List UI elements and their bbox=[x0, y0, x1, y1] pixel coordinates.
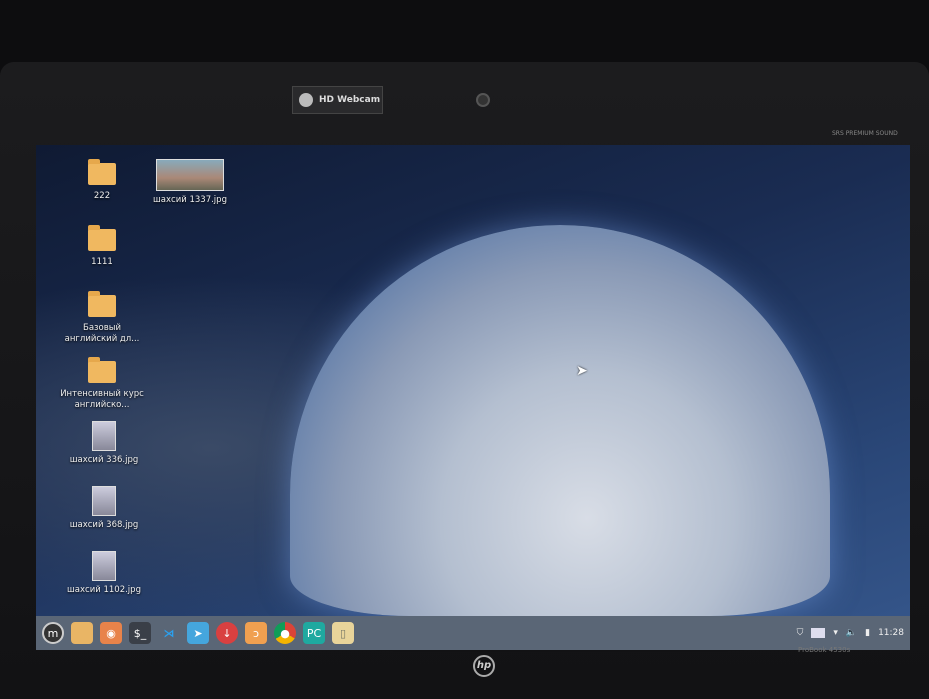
telegram-icon[interactable]: ➤ bbox=[187, 622, 209, 644]
flag-icon[interactable] bbox=[811, 628, 826, 638]
image-thumbnail bbox=[156, 159, 224, 191]
hp-logo: hp bbox=[473, 655, 495, 677]
folder-icon bbox=[88, 357, 116, 383]
desktop-folder-intensive-english[interactable]: Интенсивный курс английско... bbox=[60, 357, 144, 411]
blender-icon[interactable]: ↄ bbox=[245, 622, 267, 644]
icon-label: Интенсивный курс английско... bbox=[60, 389, 144, 410]
chrome-icon[interactable]: ● bbox=[274, 622, 296, 644]
image-thumbnail bbox=[92, 551, 116, 581]
desktop-folder-222[interactable]: 222 bbox=[60, 159, 144, 202]
download-icon[interactable]: ↓ bbox=[216, 622, 238, 644]
webcam-text: HD Webcam bbox=[319, 95, 381, 105]
firefox-icon[interactable]: ◉ bbox=[100, 622, 122, 644]
mouse-cursor-icon: ➤ bbox=[576, 363, 588, 379]
camera-lens bbox=[476, 93, 490, 107]
icon-label: шахсий 368.jpg bbox=[69, 520, 139, 530]
icon-label: шахсий 1102.jpg bbox=[67, 585, 141, 595]
icon-label: 222 bbox=[93, 191, 111, 201]
desktop-image-336[interactable]: шахсий 336.jpg bbox=[62, 421, 146, 466]
desktop-image-1102[interactable]: шахсий 1102.jpg bbox=[62, 551, 146, 596]
shield-icon[interactable]: ⛉ bbox=[797, 628, 804, 638]
folder-icon bbox=[88, 225, 116, 251]
wifi-icon[interactable]: ▾ bbox=[833, 628, 838, 638]
battery-icon[interactable]: ▮ bbox=[865, 628, 870, 638]
webcam-icon bbox=[299, 93, 313, 107]
system-tray: ⛉ ▾ 🔈 ▮ 11:28 bbox=[797, 628, 904, 638]
icon-label: Базовый английский дл... bbox=[64, 323, 140, 344]
icon-label: шахсий 336.jpg bbox=[69, 455, 139, 465]
image-thumbnail bbox=[92, 486, 116, 516]
folder-icon bbox=[88, 159, 116, 185]
terminal-icon[interactable]: $_ bbox=[129, 622, 151, 644]
text-editor-icon[interactable]: ▯ bbox=[332, 622, 354, 644]
desktop-folder-basic-english[interactable]: Базовый английский дл... bbox=[60, 291, 144, 345]
taskbar: m ◉ $_ ⋊ ➤ ↓ ↄ ● PC ▯ ⛉ ▾ 🔈 ▮ 11:28 bbox=[36, 616, 910, 650]
vscode-icon[interactable]: ⋊ bbox=[158, 622, 180, 644]
image-thumbnail bbox=[92, 421, 116, 451]
model-label: ProBook 4530s bbox=[798, 646, 851, 654]
clock[interactable]: 11:28 bbox=[878, 628, 904, 638]
webcam-label: HD Webcam bbox=[292, 86, 383, 114]
icon-label: шахсий 1337.jpg bbox=[153, 195, 227, 205]
mint-menu-icon[interactable]: m bbox=[42, 622, 64, 644]
icon-label: 1111 bbox=[91, 257, 113, 267]
audio-badge: SRS PREMIUM SOUND bbox=[832, 130, 898, 137]
folder-icon bbox=[88, 291, 116, 317]
files-icon[interactable] bbox=[71, 622, 93, 644]
pycharm-icon[interactable]: PC bbox=[303, 622, 325, 644]
desktop-folder-1111[interactable]: 1111 bbox=[60, 225, 144, 268]
volume-icon[interactable]: 🔈 bbox=[846, 628, 857, 638]
desktop-image-368[interactable]: шахсий 368.jpg bbox=[62, 486, 146, 531]
desktop-screen: 222 1111 Базовый английский дл... Интенс… bbox=[36, 145, 910, 650]
desktop-image-1337[interactable]: шахсий 1337.jpg bbox=[148, 159, 232, 206]
wallpaper-frost-bubble bbox=[290, 225, 830, 616]
